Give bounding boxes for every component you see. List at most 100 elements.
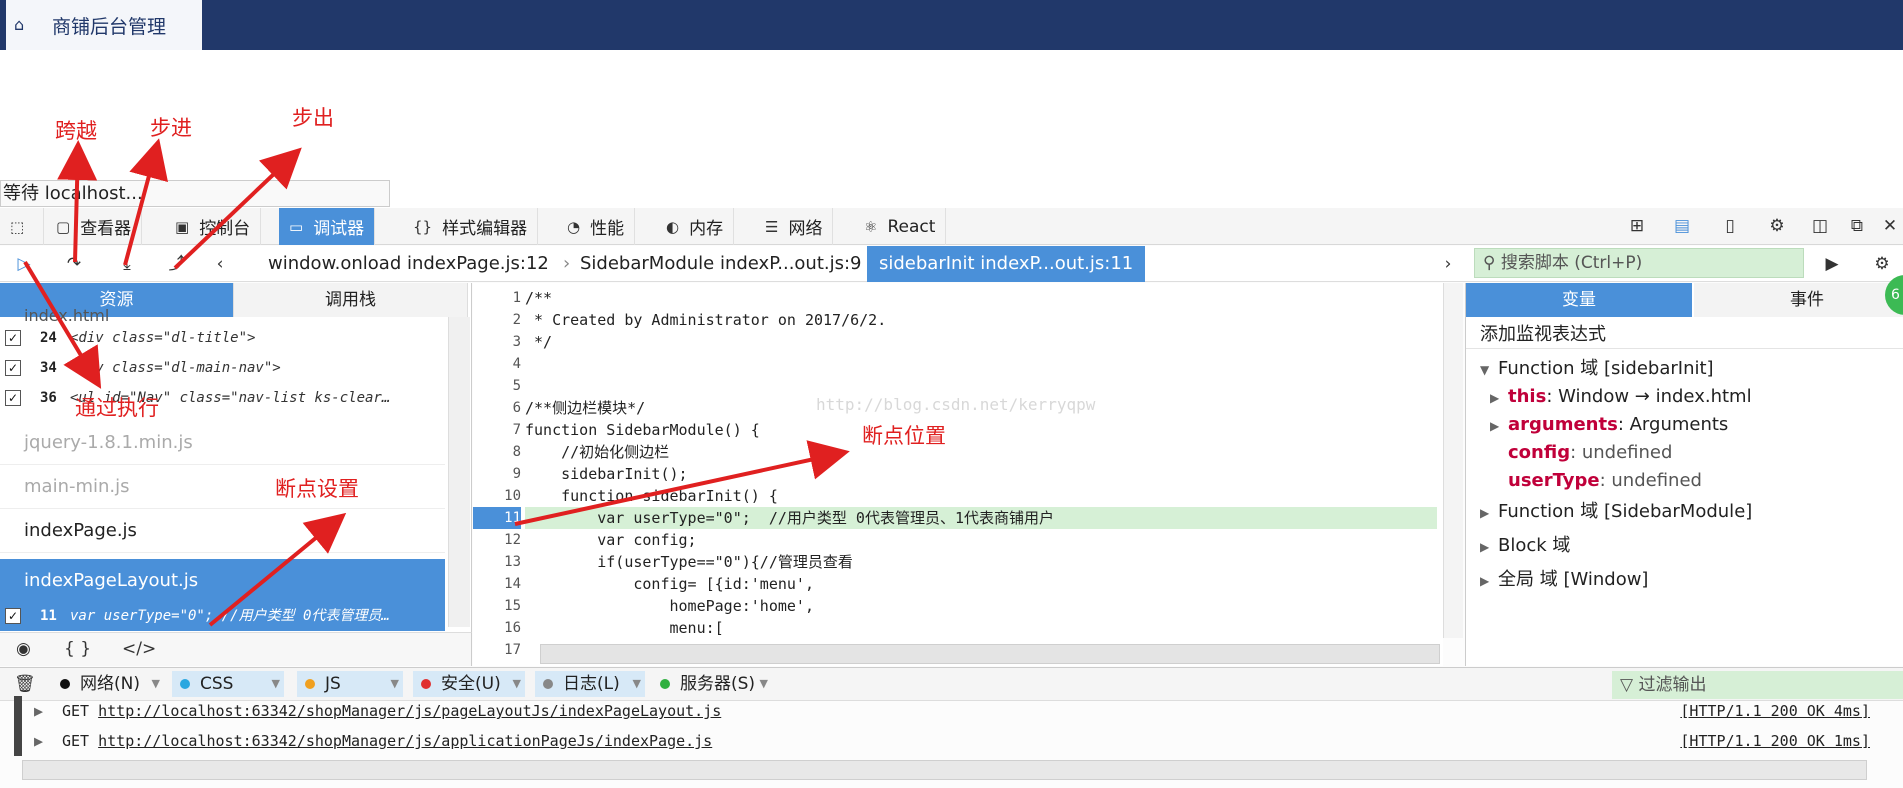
close-icon[interactable]: ✕ [1878,214,1902,238]
console-horizontal-scrollbar[interactable] [22,760,1867,780]
editor-horizontal-scrollbar[interactable] [540,644,1440,664]
line-number[interactable]: 8 [473,441,521,463]
step-in-icon[interactable]: ⤓ [115,252,139,276]
console-filter-toggle[interactable]: 网络(N) ▼ [52,671,164,697]
tab-console[interactable]: ▣ 控制台 [165,208,262,245]
code-editor[interactable]: 1/** 2 * Created by Administrator on 2017… [473,283,1443,666]
tab-inspector[interactable]: ▢ 查看器 [46,208,143,245]
console-filter-toggle[interactable]: 日志(L) ▼ [535,671,645,697]
line-number[interactable]: 5 [473,375,521,397]
breadcrumb-frame-2[interactable]: SidebarModule indexP...out.js:9 [580,246,862,282]
console-filter-toggle[interactable]: JS ▼ [297,671,403,697]
source-file-jquery[interactable]: jquery-1.8.1.min.js [0,421,445,465]
line-number[interactable]: 11 [473,507,521,529]
breakpoint-checkbox[interactable]: ✓ [5,608,21,624]
line-number[interactable]: 12 [473,529,521,551]
log-url[interactable]: http://localhost:63342/shopManager/js/ap… [98,732,712,750]
chevron-right-icon[interactable]: › [1436,252,1460,276]
tab-variables[interactable]: 变量 [1466,283,1692,317]
log-entry[interactable]: ▶ GET http://localhost:63342/shopManager… [14,726,1884,756]
line-number[interactable]: 3 [473,331,521,353]
line-number[interactable]: 17 [473,639,521,661]
editor-vertical-scrollbar[interactable] [1443,283,1463,638]
tab-react[interactable]: ⚛ React [854,208,947,245]
console-filter-toggle[interactable]: 服务器(S) ▼ [652,671,772,697]
scope-function-sidebarmodule[interactable]: ▶ Function 域 [SidebarModule] [1466,498,1903,526]
source-file-main-min[interactable]: main-min.js [0,465,445,509]
dock-mode-icon[interactable]: ⊞ [1625,214,1649,238]
tab-events[interactable]: 事件 [1694,283,1903,317]
source-file-indexpagelayout[interactable]: indexPageLayout.js [0,559,445,603]
console-filter-toggle[interactable]: CSS ▼ [172,671,284,697]
line-number[interactable]: 7 [473,419,521,441]
app-title-tab[interactable]: ⌂ 商铺后台管理 [6,0,202,50]
sources-scrollbar[interactable] [448,317,470,627]
search-scripts-input[interactable]: ⚲ 搜索脚本 (Ctrl+P) [1474,248,1804,278]
breakpoint-checkbox[interactable]: ✓ [5,360,21,376]
popout-icon[interactable]: ⧉ [1845,214,1869,238]
log-status[interactable]: [HTTP/1.1 200 OK 1ms] [1680,726,1870,756]
tag-slash-icon[interactable]: </> [122,639,156,659]
filter-output-input[interactable]: ▽ 过滤输出 [1612,671,1903,699]
line-number[interactable]: 10 [473,485,521,507]
breakpoint-row[interactable]: ✓ 34 <div class="dl-main-nav"> [0,353,445,383]
expand-triangle-icon[interactable]: ▶ [34,696,43,726]
source-file-indexpage[interactable]: indexPage.js [0,509,445,553]
log-url[interactable]: http://localhost:63342/shopManager/js/pa… [98,702,721,720]
resume-icon[interactable]: ▷ [12,252,36,276]
tab-style-editor[interactable]: {} 样式编辑器 [403,208,539,245]
step-out-icon[interactable]: ⤴ [165,252,189,276]
line-number[interactable]: 16 [473,617,521,639]
chevron-down-icon[interactable]: ▼ [272,671,280,697]
breakpoint-row[interactable]: ✓ 36 <ul id="Nav" class="nav-list ks-cle… [0,383,445,413]
var-this[interactable]: ▶ this: Window → index.html [1466,383,1903,411]
log-entry[interactable]: ▶ GET http://localhost:63342/shopManager… [14,696,1884,726]
line-number[interactable]: 13 [473,551,521,573]
pick-element-button[interactable]: ⬚ [0,208,44,245]
scope-function-sidebarinit[interactable]: ▼ Function 域 [sidebarInit] [1466,355,1903,383]
breakpoint-checkbox[interactable]: ✓ [5,330,21,346]
debugger-gear-icon[interactable]: ⚙ [1870,252,1894,276]
line-number[interactable]: 6 [473,397,521,419]
add-watch-expression[interactable]: 添加监视表达式 [1466,321,1903,349]
log-status[interactable]: [HTTP/1.1 200 OK 4ms] [1680,696,1870,726]
scope-global[interactable]: ▶ 全局 域 [Window] [1466,566,1903,594]
var-usertype[interactable]: userType: undefined [1466,467,1903,495]
responsive-icon[interactable]: ▤ [1670,214,1694,238]
console-filter-toggle[interactable]: 安全(U) ▼ [413,671,525,697]
line-number[interactable]: 15 [473,595,521,617]
var-config[interactable]: config: undefined [1466,439,1903,467]
tab-performance[interactable]: ◔ 性能 [557,208,636,245]
split-icon[interactable]: ◫ [1808,214,1832,238]
scope-block[interactable]: ▶ Block 域 [1466,532,1903,560]
tab-memory[interactable]: ◐ 内存 [656,208,735,245]
chevron-down-icon[interactable]: ▼ [152,671,160,697]
tab-network[interactable]: ☰ 网络 [755,208,834,245]
breadcrumb-frame-3[interactable]: sidebarInit indexP...out.js:11 [867,246,1146,282]
breadcrumb-frame-1[interactable]: window.onload indexPage.js:12 [268,246,549,282]
braces-icon[interactable]: { } [64,639,91,659]
gear-icon[interactable]: ⚙ [1765,214,1789,238]
line-number[interactable]: 2 [473,309,521,331]
trash-icon[interactable]: 🗑 [14,674,36,694]
chevron-left-icon[interactable]: ‹ [208,252,232,276]
breakpoint-row[interactable]: ✓ 24 <div class="dl-title"> [0,323,445,353]
chevron-down-icon[interactable]: ▼ [633,671,641,697]
var-arguments[interactable]: ▶ arguments: Arguments [1466,411,1903,439]
eye-icon[interactable]: ◉ [16,639,31,659]
tab-debugger[interactable]: ▭ 调试器 [279,208,376,245]
line-number[interactable]: 9 [473,463,521,485]
toggle-panel-icon[interactable]: ▶ [1820,252,1844,276]
expand-triangle-icon[interactable]: ▶ [34,726,43,756]
selected-breakpoint-row[interactable]: ✓ 11 var userType="0"; //用户类型 0代表管理员… [0,601,445,631]
line-number[interactable]: 4 [473,353,521,375]
chevron-down-icon[interactable]: ▼ [513,671,521,697]
chevron-down-icon[interactable]: ▼ [760,671,768,697]
line-number[interactable]: 1 [473,287,521,309]
console-icon: ▣ [175,217,190,236]
line-number[interactable]: 14 [473,573,521,595]
phone-icon[interactable]: ▯ [1718,214,1742,238]
breakpoint-checkbox[interactable]: ✓ [5,390,21,406]
step-over-icon[interactable]: ↷ [62,252,86,276]
chevron-down-icon[interactable]: ▼ [391,671,399,697]
